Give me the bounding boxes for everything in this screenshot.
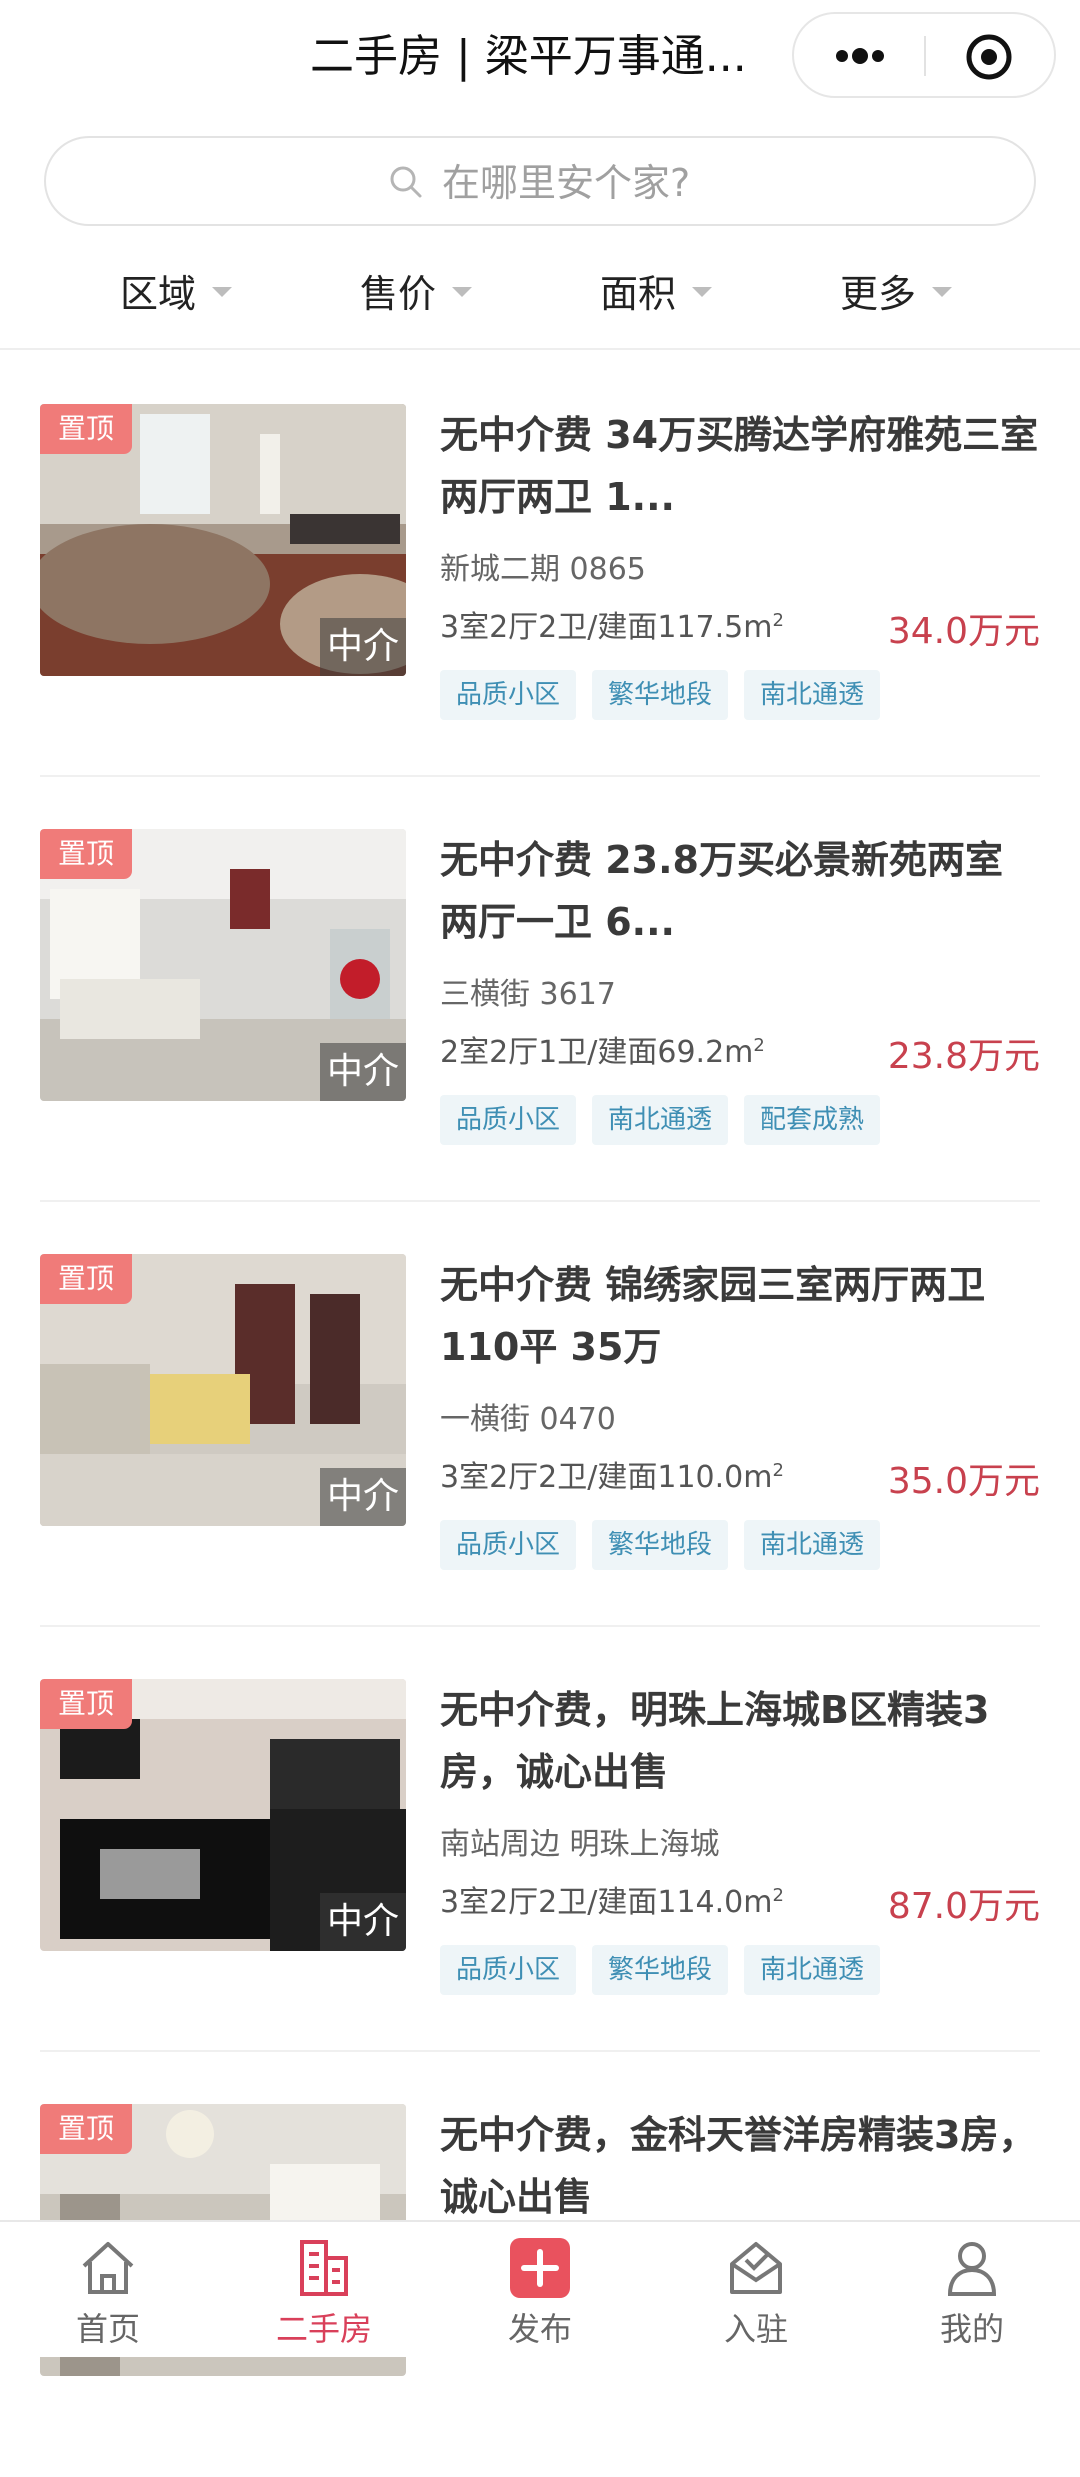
listing-spec: 3室2厅2卫/建面117.5m2	[440, 602, 784, 646]
listing-tags: 品质小区 繁华地段 南北通透	[440, 670, 896, 720]
building-icon	[300, 2240, 348, 2296]
spec-text: 3室2厅2卫/建面114.0m	[440, 1885, 773, 1920]
tab-label: 首页	[75, 2310, 140, 2348]
tab-join[interactable]: 入驻	[648, 2222, 864, 2359]
filter-bar: 区域 售价 面积 更多	[0, 250, 1080, 330]
pinned-badge: 置顶	[40, 2104, 132, 2154]
listing-list: 置顶 中介 无中介费 34万买腾达学府雅苑三室两厅两卫 1... 新城二期 08…	[0, 352, 1080, 2477]
nav-bar: 二手房 | 梁平万事通...	[0, 0, 1080, 120]
feature-tag: 繁华地段	[592, 670, 729, 720]
pinned-badge: 置顶	[40, 829, 132, 879]
listing-item[interactable]: 置顶 中介 无中介费 锦绣家园三室两厅两卫 110平 35万 一横街 0470 …	[0, 1202, 1080, 1627]
spec-text: 3室2厅2卫/建面117.5m	[440, 610, 773, 645]
filter-label: 售价	[360, 271, 437, 316]
bottom-tab-bar: 首页 二手房 发布 入驻 我的	[0, 2220, 1080, 2357]
filter-divider	[0, 348, 1080, 350]
listing-photo[interactable]: 置顶 中介	[40, 404, 406, 676]
feature-tag: 南北通透	[744, 1945, 881, 1995]
chevron-down-icon	[932, 287, 953, 297]
chevron-down-icon	[212, 287, 233, 297]
feature-tag: 配套成熟	[744, 1095, 881, 1145]
listing-price: 87.0万元	[887, 1886, 1040, 1927]
listing-community: 三横街 3617	[440, 977, 616, 1012]
tab-second-hand[interactable]: 二手房	[216, 2222, 432, 2359]
listing-community: 新城二期 0865	[440, 552, 646, 587]
feature-tag: 南北通透	[744, 1520, 881, 1570]
filter-region[interactable]: 区域	[120, 250, 233, 330]
listing-spec: 3室2厅2卫/建面114.0m2	[440, 1877, 784, 1921]
pinned-badge: 置顶	[40, 1254, 132, 1304]
spec-superscript: 2	[772, 1460, 784, 1481]
agent-tag: 中介	[320, 1893, 406, 1951]
listing-title[interactable]: 无中介费，金科天誉洋房精装3房，诚心出售	[440, 2104, 1040, 2232]
tab-label: 入驻	[723, 2310, 788, 2348]
feature-tag: 繁华地段	[592, 1520, 729, 1570]
agent-tag: 中介	[320, 1043, 406, 1101]
chevron-down-icon	[452, 287, 473, 297]
listing-title[interactable]: 无中介费，明珠上海城B区精装3房，诚心出售	[440, 1679, 1040, 1807]
feature-tag: 品质小区	[440, 1945, 577, 1995]
listing-photo[interactable]: 置顶 中介	[40, 1679, 406, 1951]
tab-label: 发布	[507, 2310, 572, 2348]
feature-tag: 品质小区	[440, 1520, 577, 1570]
listing-title[interactable]: 无中介费 锦绣家园三室两厅两卫 110平 35万	[440, 1254, 1040, 1382]
mini-program-capsule	[792, 12, 1056, 98]
listing-tags: 品质小区 繁华地段 南北通透	[440, 1520, 896, 1570]
listing-title[interactable]: 无中介费 23.8万买必景新苑两室两厅一卫 6...	[440, 829, 1040, 957]
search-input[interactable]	[440, 154, 944, 212]
filter-label: 面积	[600, 271, 677, 316]
tab-label: 我的	[939, 2310, 1004, 2348]
capsule-divider	[924, 36, 926, 76]
listing-spec: 3室2厅2卫/建面110.0m2	[440, 1452, 784, 1496]
listing-tags: 品质小区 繁华地段 南北通透	[440, 1945, 896, 1995]
feature-tag: 品质小区	[440, 1095, 577, 1145]
listing-photo[interactable]: 置顶 中介	[40, 1254, 406, 1526]
tab-label: 二手房	[275, 2310, 372, 2348]
close-target-icon[interactable]	[964, 32, 1014, 82]
filter-label: 更多	[840, 271, 917, 316]
filter-price[interactable]: 售价	[360, 250, 473, 330]
listing-item[interactable]: 置顶 中介 无中介费，明珠上海城B区精装3房，诚心出售 南站周边 明珠上海城 3…	[0, 1627, 1080, 2052]
listing-price: 23.8万元	[887, 1036, 1040, 1077]
pinned-badge: 置顶	[40, 404, 132, 454]
listing-community: 一横街 0470	[440, 1402, 616, 1437]
listing-title[interactable]: 无中介费 34万买腾达学府雅苑三室两厅两卫 1...	[440, 404, 1040, 532]
chevron-down-icon	[692, 287, 713, 297]
page-title: 二手房 | 梁平万事通...	[310, 31, 747, 82]
feature-tag: 繁华地段	[592, 1945, 729, 1995]
filter-label: 区域	[120, 271, 197, 316]
tab-publish[interactable]: 发布	[432, 2222, 648, 2359]
feature-tag: 南北通透	[592, 1095, 729, 1145]
tab-mine[interactable]: 我的	[864, 2222, 1080, 2359]
listing-spec: 2室2厅1卫/建面69.2m2	[440, 1027, 765, 1071]
spec-text: 3室2厅2卫/建面110.0m	[440, 1460, 773, 1495]
pinned-badge: 置顶	[40, 1679, 132, 1729]
spec-superscript: 2	[772, 1885, 784, 1906]
listing-price: 35.0万元	[887, 1461, 1040, 1502]
listing-item[interactable]: 置顶 中介 无中介费 23.8万买必景新苑两室两厅一卫 6... 三横街 361…	[0, 777, 1080, 1202]
plus-icon	[510, 2238, 570, 2298]
listing-community: 南站周边 明珠上海城	[440, 1827, 720, 1862]
search-icon	[390, 166, 422, 198]
listing-item[interactable]: 置顶 中介 无中介费 34万买腾达学府雅苑三室两厅两卫 1... 新城二期 08…	[0, 352, 1080, 777]
feature-tag: 品质小区	[440, 670, 577, 720]
listing-photo[interactable]: 置顶 中介	[40, 829, 406, 1101]
agent-tag: 中介	[320, 1468, 406, 1526]
listing-price: 34.0万元	[887, 611, 1040, 652]
tab-home[interactable]: 首页	[0, 2222, 216, 2359]
inbox-check-icon	[730, 2242, 782, 2294]
search-bar[interactable]	[44, 136, 1036, 226]
more-dots-icon[interactable]	[824, 34, 896, 78]
filter-area[interactable]: 面积	[600, 250, 713, 330]
spec-text: 2室2厅1卫/建面69.2m	[440, 1035, 754, 1070]
home-icon	[82, 2242, 134, 2294]
feature-tag: 南北通透	[744, 670, 881, 720]
spec-superscript: 2	[753, 1035, 765, 1056]
user-icon	[947, 2242, 997, 2296]
agent-tag: 中介	[320, 618, 406, 676]
spec-superscript: 2	[772, 610, 784, 631]
filter-more[interactable]: 更多	[840, 250, 953, 330]
listing-tags: 品质小区 南北通透 配套成熟	[440, 1095, 896, 1145]
